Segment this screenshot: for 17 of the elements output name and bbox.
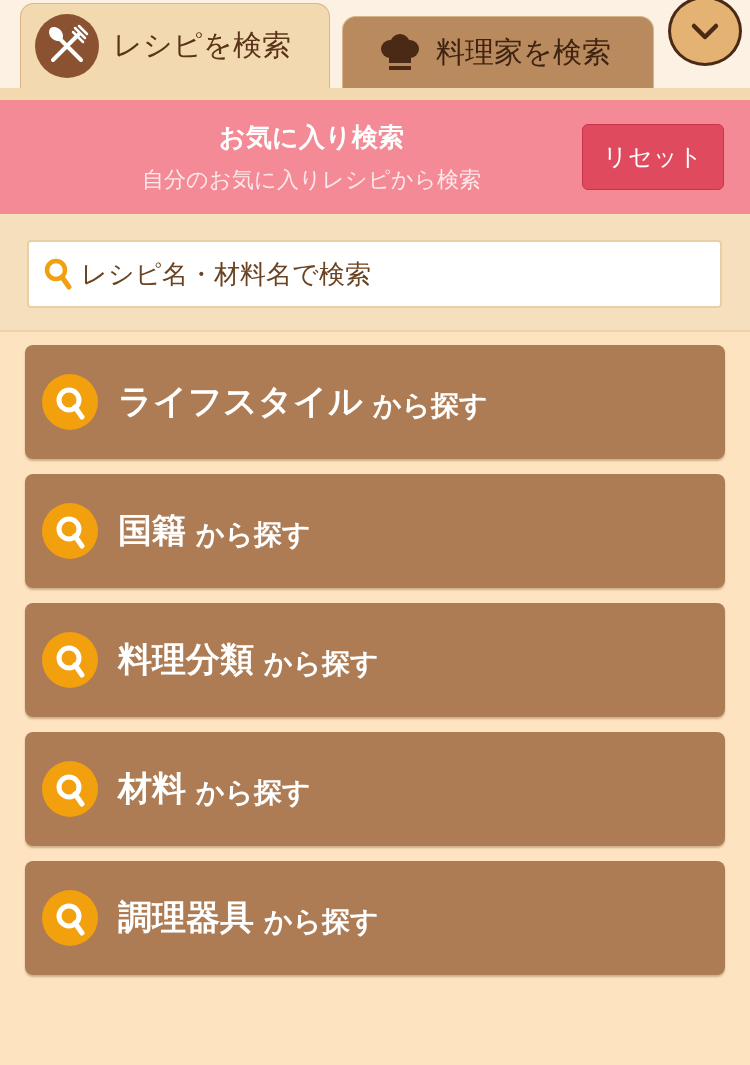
search-icon: [42, 761, 98, 817]
category-button[interactable]: 材料 から探す: [25, 732, 725, 846]
search-field[interactable]: レシピ名・材料名で検索: [27, 240, 722, 308]
tab[interactable]: 料理家を検索: [342, 16, 654, 88]
utensils-icon: [35, 14, 99, 78]
search-icon: [42, 374, 98, 430]
banner-title: お気に入り検索: [218, 120, 404, 154]
category-button[interactable]: 国籍 から探す: [25, 474, 725, 588]
category-button[interactable]: 調理器具 から探す: [25, 861, 725, 975]
search-icon: [42, 632, 98, 688]
search-icon: [42, 890, 98, 946]
category-button[interactable]: 料理分類 から探す: [25, 603, 725, 717]
category-button[interactable]: ライフスタイル から探す: [25, 345, 725, 459]
banner-subtitle: 自分のお気に入りレシピから検索: [141, 165, 481, 194]
tab[interactable]: レシピを検索: [20, 3, 330, 88]
search-icon: [42, 503, 98, 559]
reset-button[interactable]: リセット: [582, 124, 724, 190]
